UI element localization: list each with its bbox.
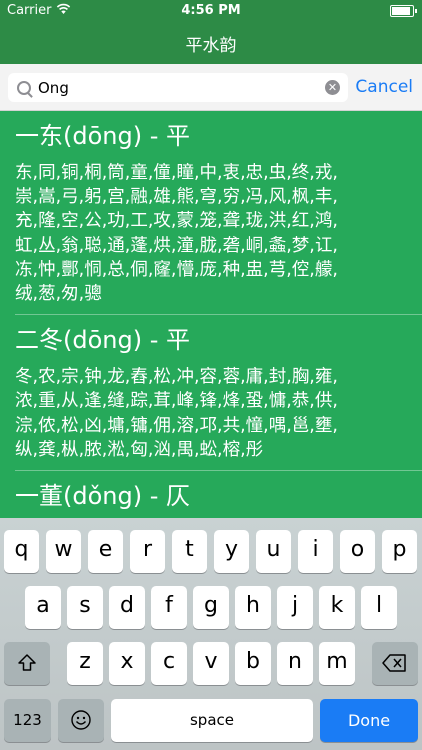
space-key[interactable]: space bbox=[111, 699, 313, 742]
key-h[interactable]: h bbox=[235, 586, 271, 629]
rhyme-section-dong-3[interactable]: 一董(dǒng) - 仄 bbox=[0, 471, 422, 511]
key-q[interactable]: q bbox=[4, 530, 39, 573]
rhyme-section-dong-2[interactable]: 二冬(dōng) - 平 冬,农,宗,钟,龙,舂,松,冲,容,蓉,庸,封,胸,雍… bbox=[0, 315, 422, 462]
search-input[interactable]: Ong ✕ bbox=[8, 73, 348, 102]
key-t[interactable]: t bbox=[172, 530, 207, 573]
key-z[interactable]: z bbox=[67, 642, 103, 685]
status-time: 4:56 PM bbox=[181, 3, 241, 18]
key-x[interactable]: x bbox=[109, 642, 145, 685]
key-c[interactable]: c bbox=[151, 642, 187, 685]
battery-icon bbox=[390, 5, 417, 17]
char-line: 充,隆,空,公,功,工,攻,蒙,笼,聋,珑,洪,红,鸿, bbox=[15, 211, 338, 232]
char-line: 虹,丛,翁,聪,通,蓬,烘,潼,胧,砻,峒,螽,梦,讧, bbox=[15, 235, 338, 256]
shift-icon bbox=[18, 654, 36, 671]
cancel-button[interactable]: Cancel bbox=[355, 77, 413, 97]
section-characters: 冬,农,宗,钟,龙,舂,松,冲,容,蓉,庸,封,胸,雍, 浓,重,从,逢,缝,踪… bbox=[15, 365, 407, 462]
key-p[interactable]: p bbox=[382, 530, 417, 573]
section-heading: 一董(dǒng) - 仄 bbox=[15, 482, 191, 511]
shift-key[interactable] bbox=[4, 642, 50, 685]
section-heading: 一东(dōng) - 平 bbox=[15, 122, 191, 150]
emoji-key[interactable] bbox=[58, 699, 104, 742]
key-o[interactable]: o bbox=[340, 530, 375, 573]
emoji-icon bbox=[71, 710, 91, 730]
delete-key[interactable] bbox=[372, 642, 418, 685]
char-line: 东,同,铜,桐,筒,童,僮,瞳,中,衷,忠,虫,终,戎, bbox=[15, 163, 338, 183]
key-k[interactable]: k bbox=[319, 586, 355, 629]
key-g[interactable]: g bbox=[193, 586, 229, 629]
key-i[interactable]: i bbox=[298, 530, 333, 573]
key-m[interactable]: m bbox=[319, 642, 355, 685]
key-d[interactable]: d bbox=[109, 586, 145, 629]
key-b[interactable]: b bbox=[235, 642, 271, 685]
key-a[interactable]: a bbox=[25, 586, 61, 629]
key-n[interactable]: n bbox=[277, 642, 313, 685]
key-e[interactable]: e bbox=[88, 530, 123, 573]
char-line: 淙,侬,松,凶,墉,镛,佣,溶,邛,共,憧,喁,邕,壅, bbox=[15, 415, 338, 436]
delete-icon bbox=[382, 654, 406, 672]
key-l[interactable]: l bbox=[361, 586, 397, 629]
key-s[interactable]: s bbox=[67, 586, 103, 629]
search-icon bbox=[17, 81, 31, 95]
rhyme-section-dong-1[interactable]: 一东(dōng) - 平 东,同,铜,桐,筒,童,僮,瞳,中,衷,忠,虫,终,戎… bbox=[0, 111, 422, 306]
numbers-key[interactable]: 123 bbox=[4, 699, 51, 742]
char-line: 绒,葱,匆,骢 bbox=[15, 284, 102, 305]
navigation-bar: Carrier 4:56 PM 平水韵 bbox=[0, 0, 422, 64]
key-j[interactable]: j bbox=[277, 586, 313, 629]
rhyme-list[interactable]: 一东(dōng) - 平 东,同,铜,桐,筒,童,僮,瞳,中,衷,忠,虫,终,戎… bbox=[0, 111, 422, 518]
search-input-value: Ong bbox=[38, 79, 69, 97]
char-line: 浓,重,从,逢,缝,踪,茸,峰,锋,烽,蛩,慵,恭,供, bbox=[15, 391, 338, 412]
char-line: 冻,忡,酆,恫,总,侗,窿,懵,庞,种,盅,芎,倥,艨, bbox=[15, 259, 338, 280]
status-bar: Carrier 4:56 PM bbox=[0, 0, 422, 22]
search-bar: Ong ✕ Cancel bbox=[0, 64, 422, 111]
clear-icon[interactable]: ✕ bbox=[325, 80, 340, 95]
page-title: 平水韵 bbox=[185, 36, 237, 56]
section-heading: 二冬(dōng) - 平 bbox=[15, 326, 191, 355]
keyboard: q w e r t y u i o p a s d f g h j k l z … bbox=[0, 518, 422, 750]
key-v[interactable]: v bbox=[193, 642, 229, 685]
key-r[interactable]: r bbox=[130, 530, 165, 573]
done-key[interactable]: Done bbox=[320, 699, 418, 742]
char-line: 纵,龚,枞,脓,淞,匈,汹,禺,蚣,榕,彤 bbox=[15, 439, 264, 460]
key-u[interactable]: u bbox=[256, 530, 291, 573]
section-characters: 东,同,铜,桐,筒,童,僮,瞳,中,衷,忠,虫,终,戎, 崇,嵩,弓,躬,宫,融… bbox=[15, 161, 407, 306]
char-line: 冬,农,宗,钟,龙,舂,松,冲,容,蓉,庸,封,胸,雍, bbox=[15, 367, 338, 388]
key-f[interactable]: f bbox=[151, 586, 187, 629]
key-w[interactable]: w bbox=[46, 530, 81, 573]
key-y[interactable]: y bbox=[214, 530, 249, 573]
char-line: 崇,嵩,弓,躬,宫,融,雄,熊,穹,穷,冯,风,枫,丰, bbox=[15, 187, 338, 208]
